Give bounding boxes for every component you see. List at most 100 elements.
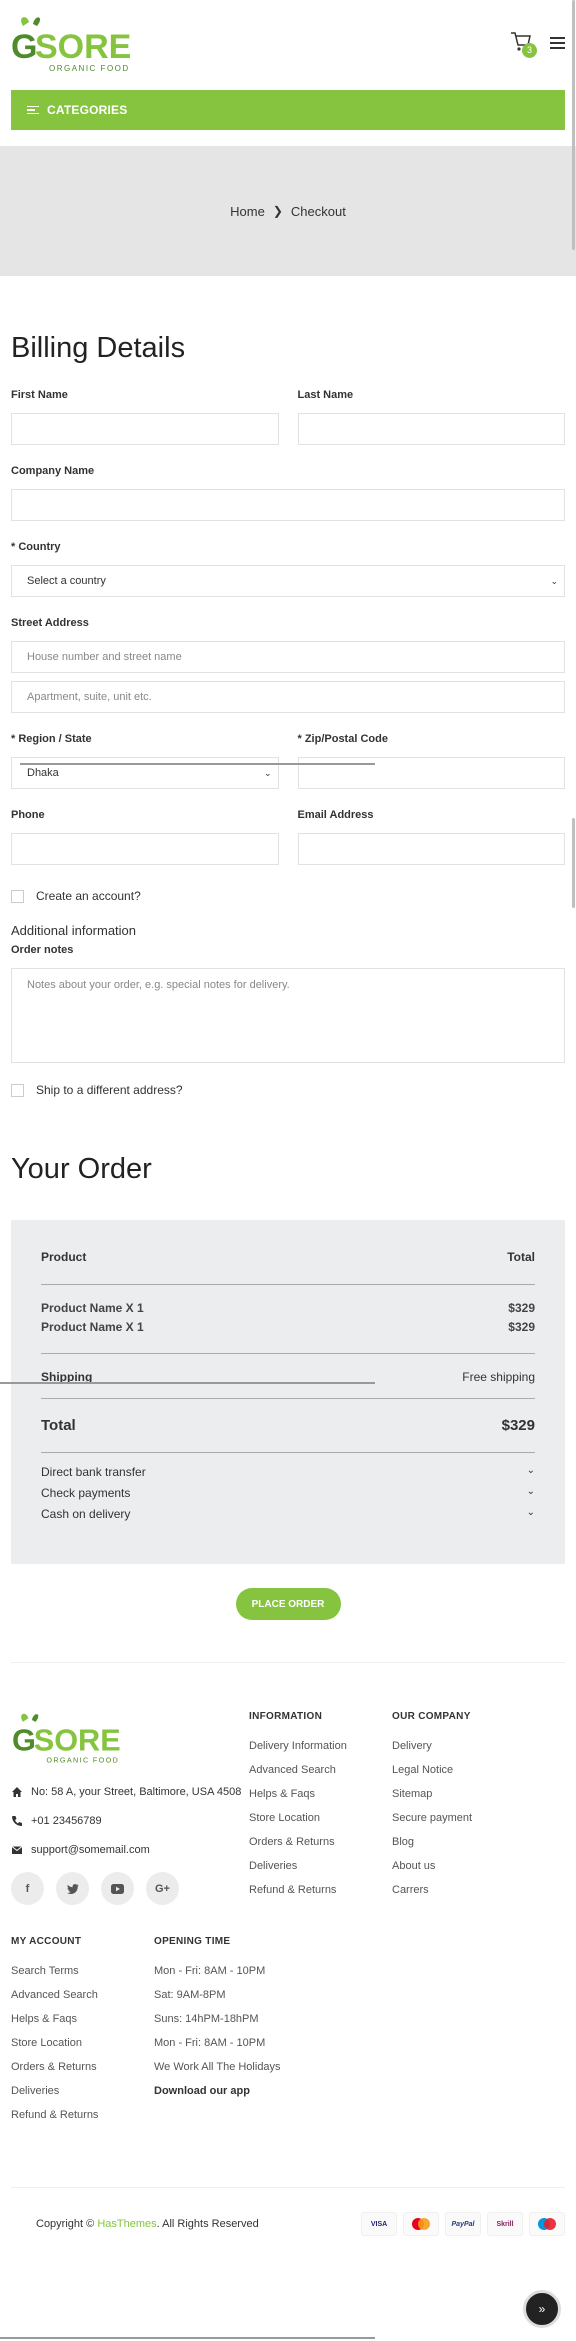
footer-link[interactable]: Store Location: [11, 2037, 154, 2049]
payment-option[interactable]: Direct bank transfer ⌄: [41, 1465, 535, 1479]
order-header-row: Product Total: [41, 1250, 535, 1285]
chevron-down-icon: ⌄: [526, 1465, 535, 1476]
footer-link[interactable]: Orders & Returns: [249, 1836, 392, 1848]
footer-link[interactable]: Delivery: [392, 1740, 552, 1752]
footer-link[interactable]: Helps & Faqs: [249, 1788, 392, 1800]
billing-title: Billing Details: [11, 332, 186, 364]
total-header: Total: [507, 1250, 535, 1264]
footer-link[interactable]: Refund & Returns: [249, 1884, 392, 1896]
street-field-1[interactable]: House number and street name: [11, 641, 565, 673]
payment-label: Cash on delivery: [41, 1507, 131, 1521]
total-label: Total: [41, 1417, 76, 1434]
shipping-row: Shipping Free shipping: [41, 1354, 535, 1399]
footer-opening: OPENING TIME Mon - Fri: 8AM - 10PM Sat: …: [154, 1936, 354, 2133]
copyright-brand-link[interactable]: HasThemes: [97, 2218, 156, 2230]
total-row: Total $329: [41, 1399, 535, 1453]
order-notes-label: Order notes: [11, 944, 74, 956]
item-price: $329: [508, 1320, 535, 1334]
ship-different-option[interactable]: Ship to a different address?: [11, 1083, 565, 1097]
divider-line: [20, 763, 375, 765]
breadcrumb-current: Checkout: [290, 203, 346, 219]
create-account-label: Create an account?: [36, 889, 141, 903]
divider-line: [0, 1382, 375, 1384]
cart-count-badge: 3: [522, 43, 537, 58]
menu-icon[interactable]: [550, 37, 565, 49]
payment-option[interactable]: Check payments ⌄: [41, 1486, 535, 1500]
footer-address: No: 58 A, your Street, Baltimore, USA 45…: [11, 1785, 249, 1800]
company-label: Company Name: [11, 465, 95, 477]
account-heading: MY ACCOUNT: [11, 1936, 82, 1947]
footer-link[interactable]: Search Terms: [11, 1965, 154, 1977]
street-field-2[interactable]: Apartment, suite, unit etc.: [11, 681, 565, 713]
scrollbar-thumb[interactable]: [572, 0, 575, 250]
opening-line: Mon - Fri: 8AM - 10PM: [154, 1965, 266, 1977]
skrill-icon: Skrill: [487, 2212, 523, 2236]
additional-info-title: Additional information: [11, 923, 137, 938]
site-header: G SORE ORGANIC FOOD 3: [0, 0, 576, 90]
payment-option[interactable]: Cash on delivery ⌄: [41, 1507, 535, 1521]
footer-account: MY ACCOUNT Search Terms Advanced Search …: [11, 1936, 154, 2133]
footer-link[interactable]: Legal Notice: [392, 1764, 552, 1776]
footer-link[interactable]: Delivery Information: [249, 1740, 392, 1752]
phone-icon: [12, 1816, 22, 1826]
back-to-top-button[interactable]: »: [523, 2290, 561, 2328]
footer-link[interactable]: About us: [392, 1860, 552, 1872]
site-logo[interactable]: G SORE ORGANIC FOOD: [11, 14, 136, 76]
footer-link[interactable]: Carrers: [392, 1884, 552, 1896]
footer-logo[interactable]: G SORE ORGANIC FOOD: [11, 1711, 126, 1767]
mastercard-icon: [403, 2212, 439, 2236]
footer-email: support@somemail.com: [11, 1843, 249, 1858]
footer-link[interactable]: Advanced Search: [11, 1989, 154, 2001]
footer-link[interactable]: Refund & Returns: [11, 2109, 154, 2121]
information-heading: INFORMATION: [249, 1711, 323, 1722]
region-select[interactable]: Dhaka ⌄: [11, 757, 279, 789]
first-name-field[interactable]: [11, 413, 279, 445]
chevron-down-icon: ⌄: [550, 575, 558, 586]
ship-different-label: Ship to a different address?: [36, 1083, 183, 1097]
envelope-icon: [11, 1846, 23, 1854]
footer-company: OUR COMPANY Delivery Legal Notice Sitema…: [392, 1711, 552, 1908]
footer-link[interactable]: Deliveries: [249, 1860, 392, 1872]
twitter-icon[interactable]: [56, 1872, 89, 1905]
breadcrumb-home[interactable]: Home: [230, 204, 265, 219]
shipping-value: Free shipping: [462, 1370, 535, 1384]
footer-phone: +01 23456789: [11, 1814, 249, 1829]
footer-link[interactable]: Blog: [392, 1836, 552, 1848]
email-text[interactable]: support@somemail.com: [31, 1843, 150, 1858]
product-header: Product: [41, 1250, 87, 1264]
footer-link[interactable]: Store Location: [249, 1812, 392, 1824]
order-notes-field[interactable]: Notes about your order, e.g. special not…: [11, 968, 565, 1063]
footer-link[interactable]: Orders & Returns: [11, 2061, 154, 2073]
footer-link[interactable]: Advanced Search: [249, 1764, 392, 1776]
order-products: Product Name X 1 $329 Product Name X 1 $…: [41, 1285, 535, 1354]
google-plus-icon[interactable]: G+: [146, 1872, 179, 1905]
copyright: Copyright © HasThemes. All Rights Reserv…: [36, 2218, 259, 2230]
copyright-prefix: Copyright ©: [36, 2218, 95, 2230]
payment-label: Check payments: [41, 1486, 131, 1500]
item-name: Product Name X 1: [41, 1301, 144, 1315]
social-links: f G+: [11, 1872, 249, 1905]
home-icon: [12, 1787, 22, 1797]
street-label: Street Address: [11, 617, 89, 629]
scrollbar-thumb[interactable]: [572, 818, 575, 908]
footer-link[interactable]: Sitemap: [392, 1788, 552, 1800]
categories-button[interactable]: CATEGORIES: [11, 90, 565, 130]
phone-field[interactable]: [11, 833, 279, 865]
last-name-field[interactable]: [297, 413, 565, 445]
country-select[interactable]: Select a country ⌄: [11, 565, 565, 597]
company-field[interactable]: [11, 489, 565, 521]
create-account-option[interactable]: Create an account?: [11, 889, 565, 903]
email-field[interactable]: [297, 833, 565, 865]
download-app-link[interactable]: Download our app: [154, 2085, 354, 2097]
total-value: $329: [501, 1417, 535, 1434]
place-order-button[interactable]: PLACE ORDER: [235, 1588, 341, 1620]
footer-link[interactable]: Helps & Faqs: [11, 2013, 154, 2025]
youtube-icon[interactable]: [101, 1872, 134, 1905]
ship-different-checkbox[interactable]: [11, 1083, 24, 1097]
create-account-checkbox[interactable]: [11, 889, 24, 903]
opening-line: Mon - Fri: 8AM - 10PM: [154, 2037, 266, 2049]
facebook-icon[interactable]: f: [11, 1872, 44, 1905]
footer-link[interactable]: Secure payment: [392, 1812, 552, 1824]
zip-field[interactable]: [297, 757, 565, 789]
footer-link[interactable]: Deliveries: [11, 2085, 154, 2097]
